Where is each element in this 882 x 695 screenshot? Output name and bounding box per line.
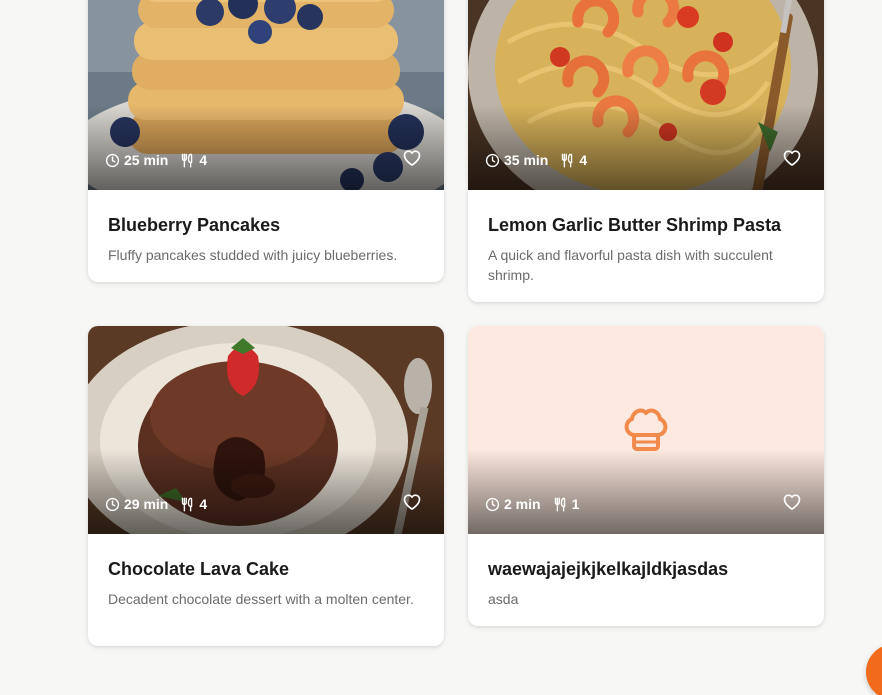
heart-outline-icon	[402, 148, 422, 168]
utensils-icon	[553, 497, 568, 512]
servings: 4	[180, 496, 207, 512]
utensils-icon	[560, 153, 575, 168]
recipe-description: asda	[488, 591, 519, 607]
floating-action-button[interactable]	[866, 644, 882, 695]
clock-icon	[105, 153, 120, 168]
recipe-image: 2 min 1	[468, 326, 824, 534]
servings: 4	[560, 152, 587, 168]
clock-icon	[485, 153, 500, 168]
recipe-card[interactable]: 25 min 4 Blueberry Pancakes Fluffy panca…	[88, 0, 444, 282]
favorite-button[interactable]	[402, 492, 422, 512]
utensils-icon	[180, 153, 195, 168]
recipe-image: 29 min 4	[88, 326, 444, 534]
utensils-icon	[180, 497, 195, 512]
recipe-title: Blueberry Pancakes	[108, 215, 281, 235]
recipe-image: 25 min 4	[88, 0, 444, 190]
favorite-button[interactable]	[782, 492, 802, 512]
recipe-card[interactable]: 35 min 4 Lemon Garlic Butter Shrimp Past…	[468, 0, 824, 302]
recipe-title: Chocolate Lava Cake	[108, 559, 290, 579]
clock-icon	[485, 497, 500, 512]
favorite-button[interactable]	[782, 148, 802, 168]
heart-outline-icon	[782, 492, 802, 512]
recipe-card[interactable]: 2 min 1 waewajajejkjkelkajldkjasdas asda	[468, 326, 824, 626]
favorite-button[interactable]	[402, 148, 422, 168]
recipe-title: waewajajejkjkelkajldkjasdas	[488, 559, 729, 579]
recipe-card[interactable]: 29 min 4 Chocolate Lava Cake Decadent ch…	[88, 326, 444, 646]
recipe-description: Decadent chocolate dessert with a molten…	[108, 591, 414, 607]
cook-time: 2 min	[485, 496, 541, 512]
cook-time: 35 min	[485, 152, 548, 168]
servings: 4	[180, 152, 207, 168]
heart-outline-icon	[782, 148, 802, 168]
recipe-image: 35 min 4	[468, 0, 824, 190]
recipe-description: A quick and flavorful pasta dish with su…	[488, 247, 773, 283]
recipe-title: Lemon Garlic Butter Shrimp Pasta	[488, 215, 782, 235]
clock-icon	[105, 497, 120, 512]
cook-time: 25 min	[105, 152, 168, 168]
servings: 1	[553, 496, 579, 512]
recipe-description: Fluffy pancakes studded with juicy blueb…	[108, 247, 398, 263]
cook-time: 29 min	[105, 496, 168, 512]
heart-outline-icon	[402, 492, 422, 512]
